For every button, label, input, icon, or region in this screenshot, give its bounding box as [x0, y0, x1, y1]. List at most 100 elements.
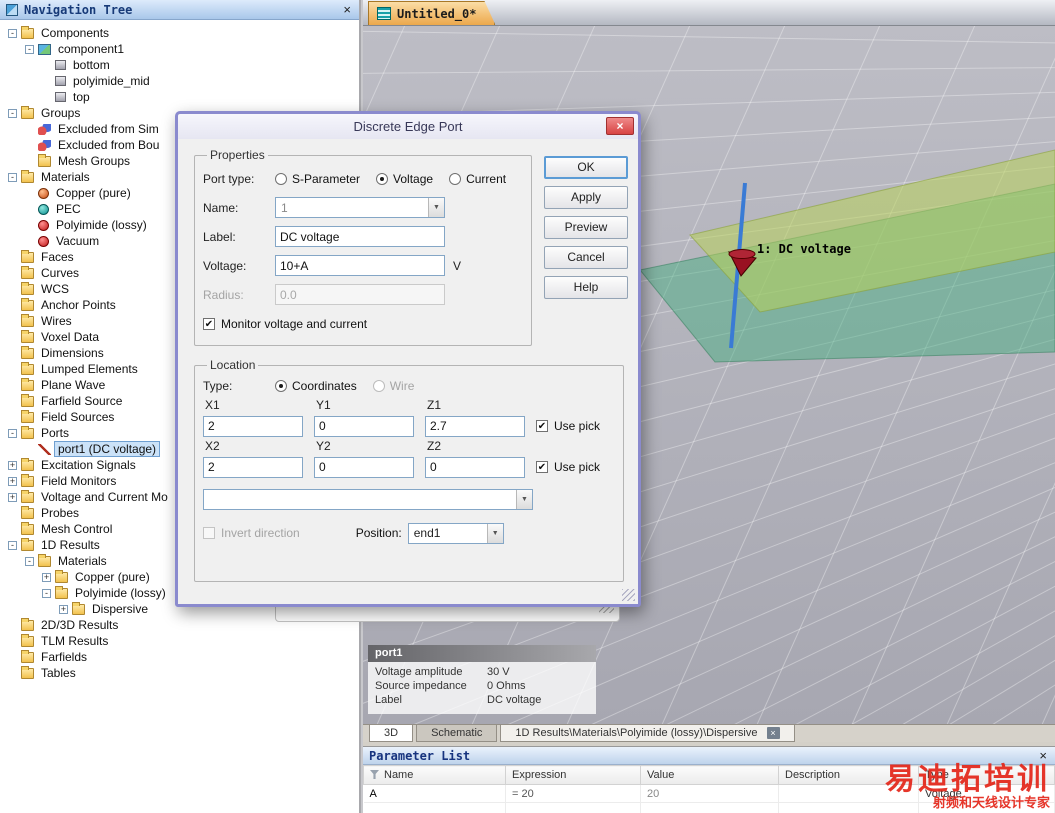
dialog-resize-grip[interactable] — [622, 589, 635, 601]
param-col-value[interactable]: Value — [640, 765, 779, 785]
document-tab-untitled[interactable]: Untitled_0* — [368, 1, 495, 25]
param-col-label: Expression — [512, 769, 567, 781]
apply-button[interactable]: Apply — [544, 186, 628, 209]
radio-current[interactable]: Current — [449, 172, 506, 186]
tree-item-tlm-results[interactable]: TLM Results — [0, 633, 359, 649]
navigation-tree-icon — [6, 3, 18, 16]
tree-expander-minus[interactable]: - — [8, 428, 17, 438]
tree-expander-minus[interactable]: - — [8, 28, 17, 38]
param-col-expression[interactable]: Expression — [505, 765, 641, 785]
ball-teal-icon — [38, 203, 49, 215]
location-type-label: Type: — [203, 379, 233, 393]
tree-expander-plus[interactable]: + — [8, 476, 17, 486]
radio-coordinates[interactable]: Coordinates — [275, 379, 357, 393]
folder-icon — [21, 537, 34, 551]
tree-item-label: Polyimide (lossy) — [56, 218, 147, 232]
tree-item-top[interactable]: top — [0, 89, 359, 105]
use-pick-2-checkbox[interactable] — [536, 461, 548, 473]
folder-icon — [21, 425, 34, 439]
tree-expander-minus[interactable]: - — [25, 44, 34, 54]
ok-button[interactable]: OK — [544, 156, 628, 179]
parameter-list-close-icon[interactable]: × — [1037, 749, 1049, 762]
folder-icon — [21, 313, 34, 327]
navigation-tree-close-icon[interactable]: × — [341, 3, 353, 16]
tree-item-bottom[interactable]: bottom — [0, 57, 359, 73]
tree-expander-minus[interactable]: - — [8, 108, 17, 118]
position-combobox[interactable]: end1 ▼ — [407, 522, 504, 544]
tree-expander-plus[interactable]: + — [8, 460, 17, 470]
param-col-label: Value — [647, 769, 675, 781]
view-tab-label: 3D — [384, 727, 399, 739]
tree-item-component1[interactable]: - component1 — [0, 41, 359, 57]
y1-input[interactable] — [314, 415, 414, 437]
tree-item-label: Dimensions — [41, 346, 104, 360]
tree-item-label: Materials — [58, 554, 107, 568]
tree-expander-plus[interactable]: + — [8, 492, 17, 502]
folder-icon — [21, 457, 34, 471]
tree-expander-plus[interactable]: + — [42, 572, 51, 582]
folder-icon — [21, 489, 34, 503]
radio-s-parameter[interactable]: S-Parameter — [275, 172, 360, 186]
label-input[interactable] — [275, 226, 445, 247]
tree-expander-minus[interactable]: - — [42, 588, 51, 598]
tree-item-components[interactable]: - Components — [0, 25, 359, 41]
folder-icon — [21, 665, 34, 679]
properties-group: Properties Port type: S-Parameter Voltage… — [194, 148, 532, 346]
view-tab-schematic[interactable]: Schematic — [416, 725, 498, 742]
tree-item-polyimide-mid[interactable]: polyimide_mid — [0, 73, 359, 89]
voltage-input[interactable] — [275, 255, 445, 276]
tree-item-tables[interactable]: Tables — [0, 665, 359, 681]
radio-circle — [275, 172, 287, 185]
y2-input[interactable] — [314, 456, 414, 478]
name-combobox[interactable]: 1 ▼ — [275, 197, 445, 218]
coord-inputs-row1: Use pick — [203, 413, 615, 439]
x1-input[interactable] — [203, 415, 303, 437]
properties-legend: Properties — [210, 148, 265, 162]
view-tab-1d-results-materials-polyimide[interactable]: 1D Results\Materials\Polyimide (lossy)\D… — [500, 725, 795, 742]
param-col-name[interactable]: Name — [363, 765, 506, 785]
tree-item-label: Plane Wave — [41, 378, 106, 392]
folder-icon — [55, 585, 68, 599]
monitor-checkbox[interactable] — [203, 317, 215, 330]
help-button[interactable]: Help — [544, 276, 628, 299]
radio-wire[interactable]: Wire — [372, 379, 414, 393]
x2-input[interactable] — [203, 456, 303, 478]
tree-item-label: Copper (pure) — [56, 186, 131, 200]
application-window: Navigation Tree × - Components - component1… — [0, 0, 1055, 813]
radio-circle — [449, 172, 462, 185]
use-pick-1-checkbox[interactable] — [536, 420, 548, 432]
watermark-line1: 易迪拓培训 — [885, 762, 1050, 797]
port-info-body: Voltage amplitude 30 V Source impedance 0 O… — [368, 662, 596, 714]
voltage-unit: V — [453, 258, 462, 273]
info-row-source-impedance: Source impedance 0 Ohms — [375, 680, 589, 694]
tree-expander-minus[interactable]: - — [8, 540, 17, 550]
z1-input[interactable] — [425, 415, 525, 437]
folder-icon — [21, 473, 34, 487]
radio-circle — [372, 380, 385, 392]
folder-icon — [21, 521, 34, 535]
dialog-close-button[interactable]: × — [606, 117, 634, 135]
component-icon — [38, 43, 51, 55]
folder-icon — [21, 329, 34, 343]
preview-button[interactable]: Preview — [544, 216, 628, 239]
chevron-down-icon[interactable]: ▼ — [428, 198, 444, 217]
folder-icon — [21, 25, 34, 39]
folder-icon — [21, 345, 34, 359]
radius-label: Radius: — [203, 287, 244, 302]
chevron-down-icon[interactable]: ▼ — [516, 489, 532, 509]
tree-expander-plus[interactable]: + — [59, 604, 68, 614]
tree-expander-minus[interactable]: - — [25, 556, 34, 566]
folder-icon — [21, 281, 34, 295]
view-tab-3d[interactable]: 3D — [369, 725, 414, 742]
z2-input[interactable] — [425, 456, 525, 478]
radio-voltage[interactable]: Voltage — [376, 172, 433, 186]
chevron-down-icon[interactable]: ▼ — [486, 523, 503, 543]
cancel-button[interactable]: Cancel — [544, 246, 628, 269]
pick-combobox[interactable]: ▼ — [203, 488, 533, 510]
close-tab-icon[interactable]: × — [766, 727, 780, 739]
tree-item-label: Groups — [41, 106, 81, 120]
folder-icon — [21, 633, 34, 647]
port-info-panel: port1 Voltage amplitude 30 V Source impeda… — [368, 645, 596, 714]
tree-item-farfields[interactable]: Farfields — [0, 649, 359, 665]
tree-expander-minus[interactable]: - — [8, 172, 17, 182]
